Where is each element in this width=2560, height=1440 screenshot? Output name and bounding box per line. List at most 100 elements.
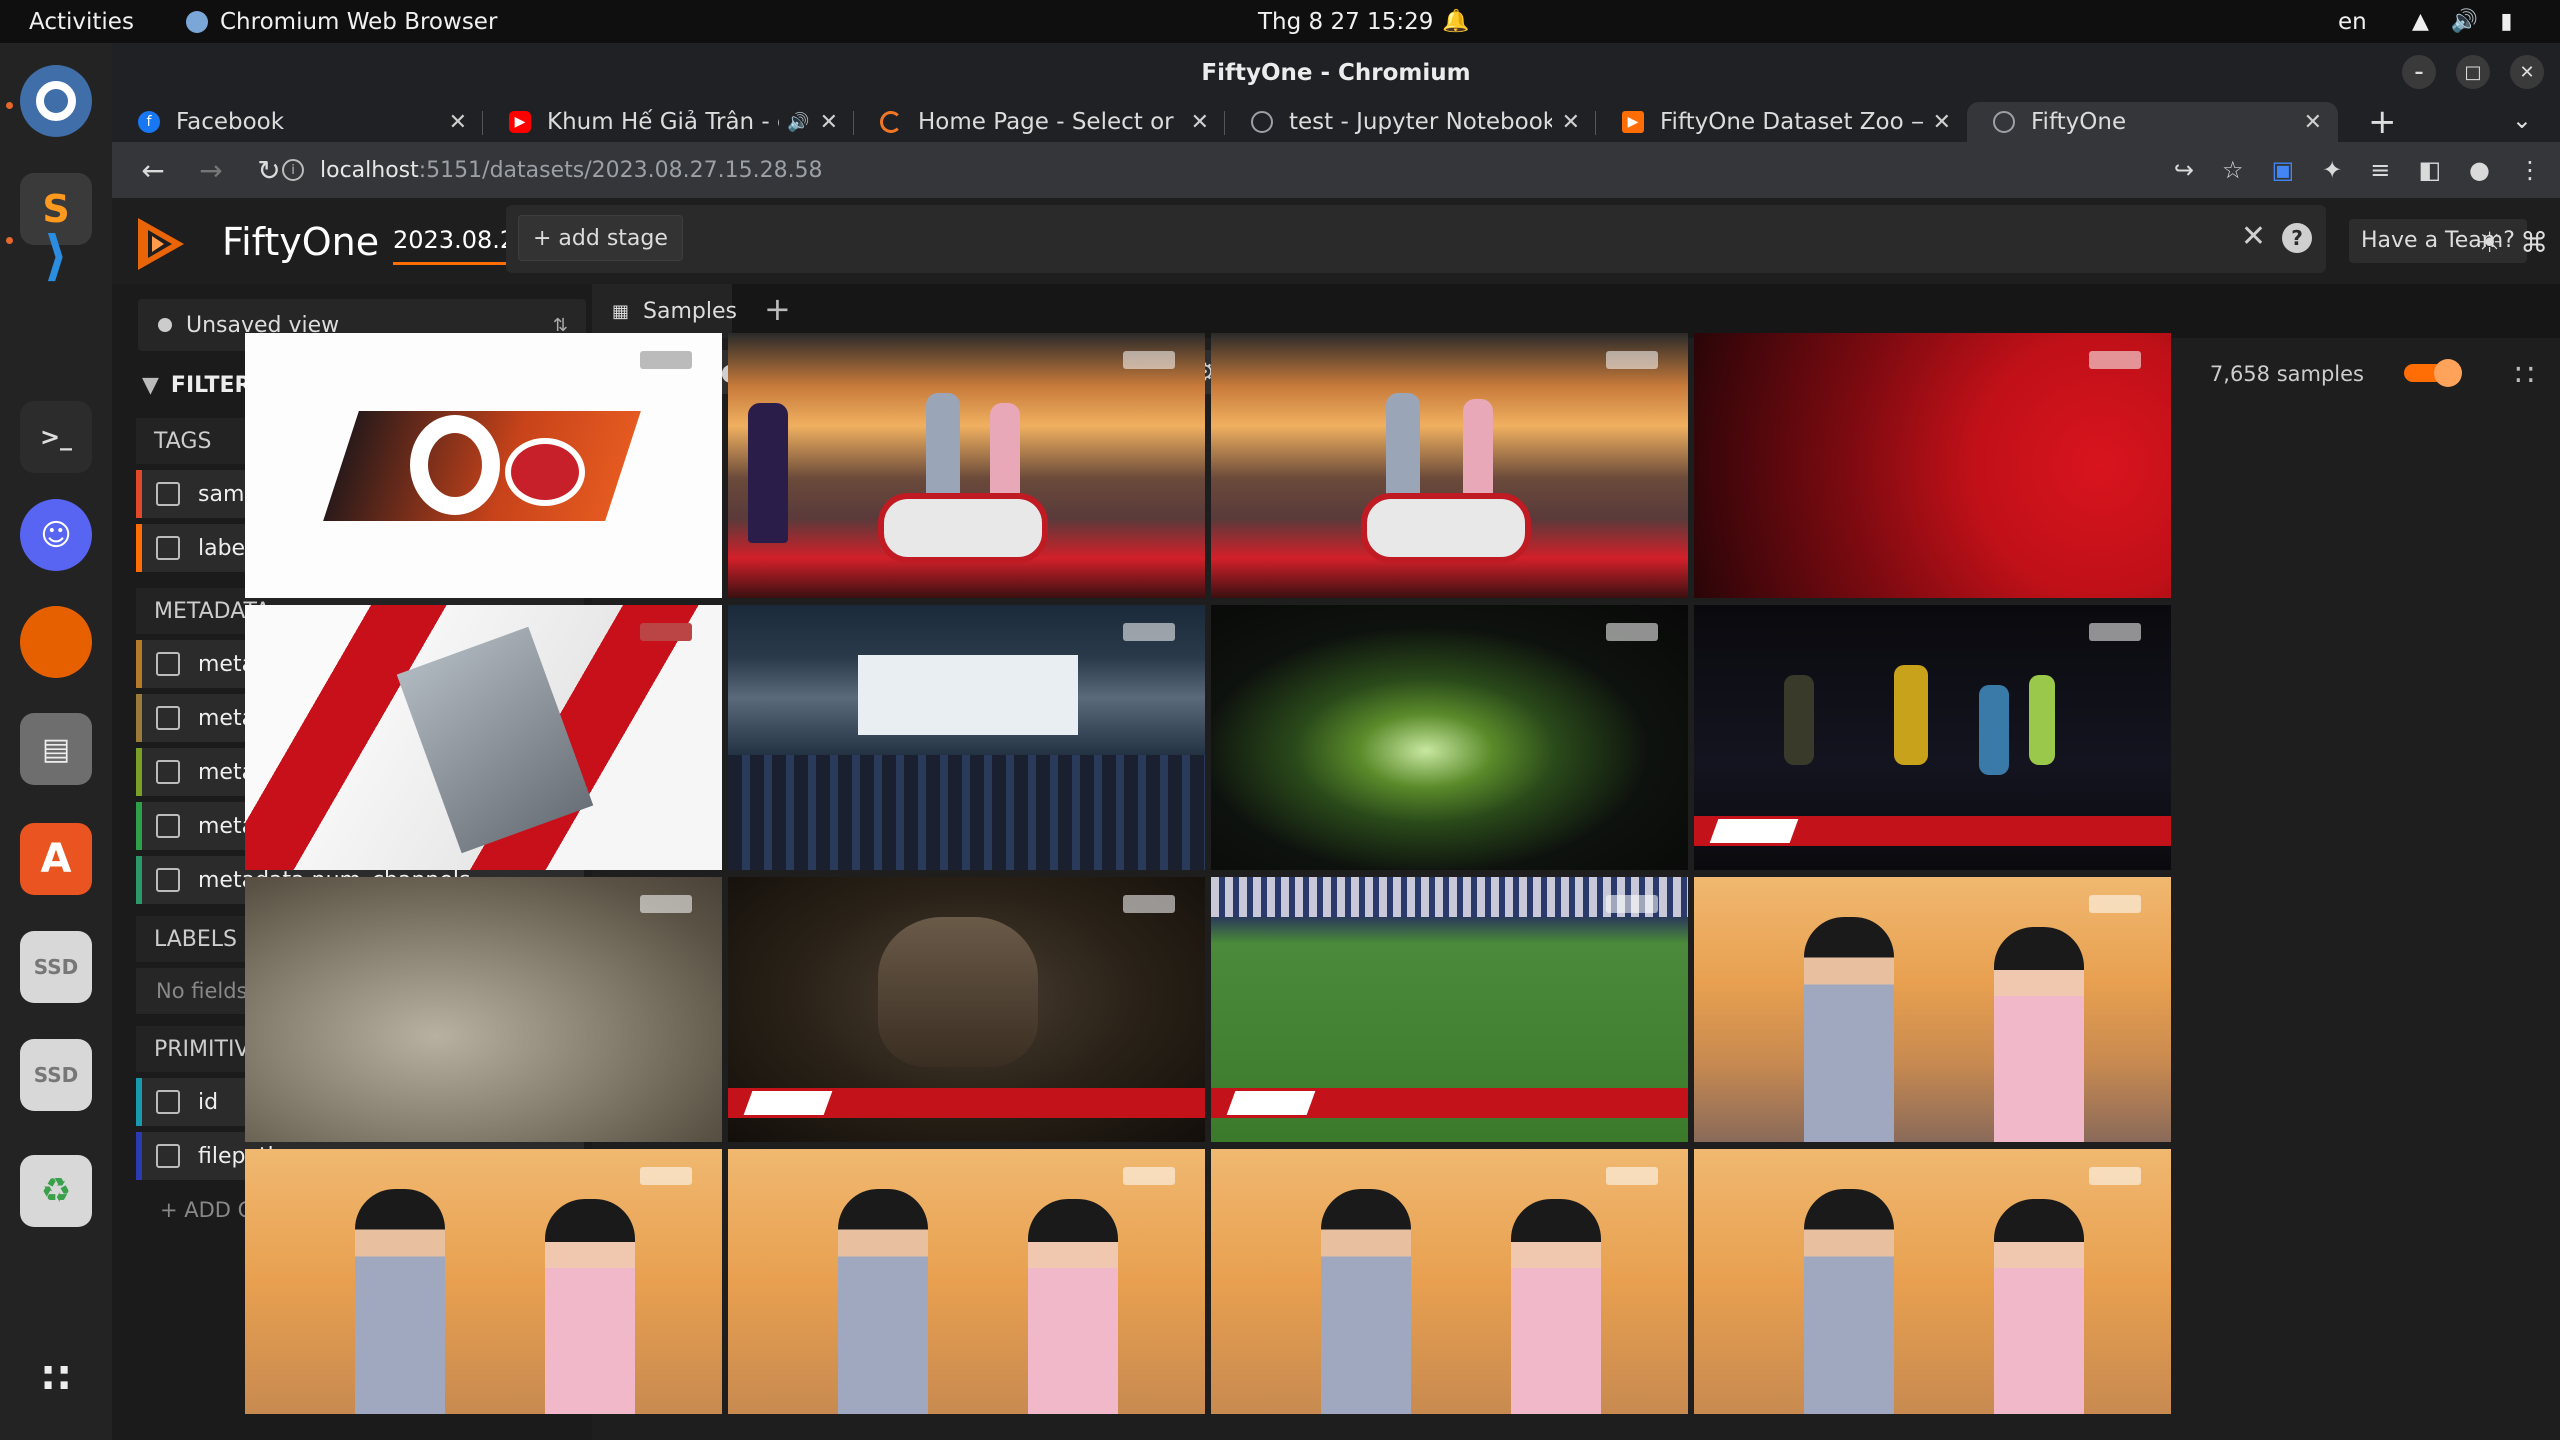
help-icon[interactable]: ? <box>2282 223 2312 253</box>
back-icon[interactable]: ← <box>136 154 170 187</box>
address-bar[interactable]: i localhost:5151/datasets/2023.08.27.15.… <box>282 158 823 183</box>
close-icon[interactable]: ✕ <box>2510 55 2544 89</box>
sample-thumbnail[interactable] <box>728 605 1205 870</box>
media-queue-icon[interactable]: ≡ <box>2370 156 2390 184</box>
ssd-drive-icon[interactable]: SSD <box>20 931 92 1003</box>
sample-thumbnail[interactable] <box>1211 605 1688 870</box>
sample-thumbnail[interactable] <box>1694 877 2171 1142</box>
sample-thumbnail[interactable] <box>245 877 722 1142</box>
app-menu[interactable]: Chromium Web Browser <box>186 9 497 35</box>
tab-facebook[interactable]: f Facebook ✕ <box>112 102 483 142</box>
share-icon[interactable]: ↪ <box>2174 156 2194 184</box>
side-panel-icon[interactable]: ◧ <box>2418 156 2441 184</box>
discord-icon[interactable]: ☺ <box>20 499 92 571</box>
profile-icon[interactable]: ● <box>2469 156 2490 184</box>
view-status-dot <box>158 318 172 332</box>
news-ticker <box>1694 816 2171 846</box>
presenter-figure <box>1804 917 1894 1142</box>
theme-toggle-icon[interactable]: ☀ <box>2477 226 2502 259</box>
menu-icon[interactable]: ⋮ <box>2518 156 2542 184</box>
translate-icon[interactable]: ▣ <box>2271 156 2294 184</box>
tab-jupyter-home[interactable]: Home Page - Select or cr ✕ <box>854 102 1225 142</box>
sample-thumbnail[interactable] <box>1694 1149 2171 1414</box>
url-text[interactable]: localhost:5151/datasets/2023.08.27.15.28… <box>320 158 823 183</box>
tab-title: FiftyOne <box>2031 109 2127 135</box>
checkbox[interactable] <box>156 868 180 892</box>
reload-icon[interactable]: ↻ <box>252 154 286 187</box>
tab-title: Facebook <box>176 109 285 135</box>
grid-view-icon[interactable]: ∷ <box>2515 358 2534 393</box>
audio-icon[interactable]: 🔊 <box>787 112 809 133</box>
checkbox[interactable] <box>156 706 180 730</box>
info-icon[interactable]: i <box>282 159 304 181</box>
maximize-icon[interactable]: □ <box>2456 55 2490 89</box>
checkbox[interactable] <box>156 536 180 560</box>
firefox-icon[interactable] <box>20 606 92 678</box>
sample-thumbnail[interactable] <box>1694 333 2171 598</box>
sample-thumbnail[interactable] <box>1694 605 2171 870</box>
presenter-figure <box>1028 1199 1118 1414</box>
close-icon[interactable]: ✕ <box>449 110 467 135</box>
trash-icon[interactable]: ♻ <box>20 1155 92 1227</box>
terminal-icon[interactable]: >_ <box>20 401 92 473</box>
tab-fiftyone[interactable]: FiftyOne ✕ <box>1967 102 2338 142</box>
watermark <box>2089 623 2141 641</box>
watermark <box>640 623 692 641</box>
close-icon[interactable]: ✕ <box>1933 110 1951 135</box>
dock: S ⟩ >_ ☺ ▤ A SSD SSD ♻ ∷ <box>0 43 112 1440</box>
minimize-icon[interactable]: – <box>2402 55 2436 89</box>
logo-ring <box>410 415 500 515</box>
view-bar[interactable]: + add stage ✕ ? <box>506 205 2326 273</box>
new-tab-button[interactable]: + <box>2368 102 2397 142</box>
brand-name[interactable]: FiftyOne <box>222 220 379 264</box>
close-icon[interactable]: ✕ <box>1191 110 1209 135</box>
sample-thumbnail[interactable] <box>1211 877 1688 1142</box>
tab-jupyter-notebook[interactable]: test - Jupyter Notebook ✕ <box>1225 102 1596 142</box>
fiftyone-logo-icon[interactable] <box>134 216 188 272</box>
sample-thumbnail[interactable] <box>1211 333 1688 598</box>
clock[interactable]: Thg 8 27 15:29 <box>1258 9 1433 35</box>
close-icon[interactable]: ✕ <box>2304 110 2322 135</box>
vscode-icon[interactable]: ⟩ <box>20 219 92 291</box>
forward-icon[interactable]: → <box>194 154 228 187</box>
sample-thumbnail[interactable] <box>245 333 722 598</box>
sample-thumbnail[interactable] <box>245 1149 722 1414</box>
running-indicator <box>6 102 13 109</box>
checkbox[interactable] <box>156 1090 180 1114</box>
sample-thumbnail[interactable] <box>245 605 722 870</box>
files-icon[interactable]: ▤ <box>20 713 92 785</box>
chevron-down-icon[interactable]: ⌄ <box>2512 106 2532 134</box>
checkbox[interactable] <box>156 760 180 784</box>
thumbnail-size-slider[interactable] <box>2404 359 2462 387</box>
tab-samples[interactable]: ▦ Samples <box>592 284 737 338</box>
close-icon[interactable]: ✕ <box>1562 110 1580 135</box>
tab-youtube[interactable]: ▶ Khum Hế Giả Trân - g 🔊 ✕ <box>483 102 854 142</box>
system-tray[interactable]: ▲ 🔊 ▮ <box>2412 9 2512 34</box>
app-center-icon[interactable]: A <box>20 823 92 895</box>
sample-thumbnail[interactable] <box>728 1149 1205 1414</box>
bookmark-star-icon[interactable]: ☆ <box>2222 156 2244 184</box>
watermark <box>1606 1167 1658 1185</box>
extensions-icon[interactable]: ✦ <box>2322 156 2342 184</box>
show-apps-icon[interactable]: ∷ <box>20 1343 92 1415</box>
clear-view-icon[interactable]: ✕ <box>2241 219 2266 254</box>
sample-thumbnail[interactable] <box>728 877 1205 1142</box>
checkbox[interactable] <box>156 1144 180 1168</box>
close-icon[interactable]: ✕ <box>820 110 838 135</box>
ceramic-vase <box>878 917 1038 1067</box>
sample-thumbnail[interactable] <box>728 333 1205 598</box>
ssd-drive-icon[interactable]: SSD <box>20 1039 92 1111</box>
activities-button[interactable]: Activities <box>29 9 134 35</box>
checkbox[interactable] <box>156 482 180 506</box>
chromium-icon[interactable] <box>20 65 92 137</box>
checkbox[interactable] <box>156 814 180 838</box>
add-stage-button[interactable]: + add stage <box>518 215 683 261</box>
checkbox[interactable] <box>156 652 180 676</box>
sample-thumbnail[interactable] <box>1211 1149 1688 1414</box>
presenter-figure <box>1321 1189 1411 1414</box>
tab-fiftyone-zoo[interactable]: ▶ FiftyOne Dataset Zoo — ✕ <box>1596 102 1967 142</box>
language-indicator[interactable]: en <box>2338 9 2367 35</box>
slack-icon[interactable]: ⌘ <box>2520 226 2548 259</box>
watermark <box>2089 351 2141 369</box>
add-panel-button[interactable]: + <box>764 290 791 328</box>
